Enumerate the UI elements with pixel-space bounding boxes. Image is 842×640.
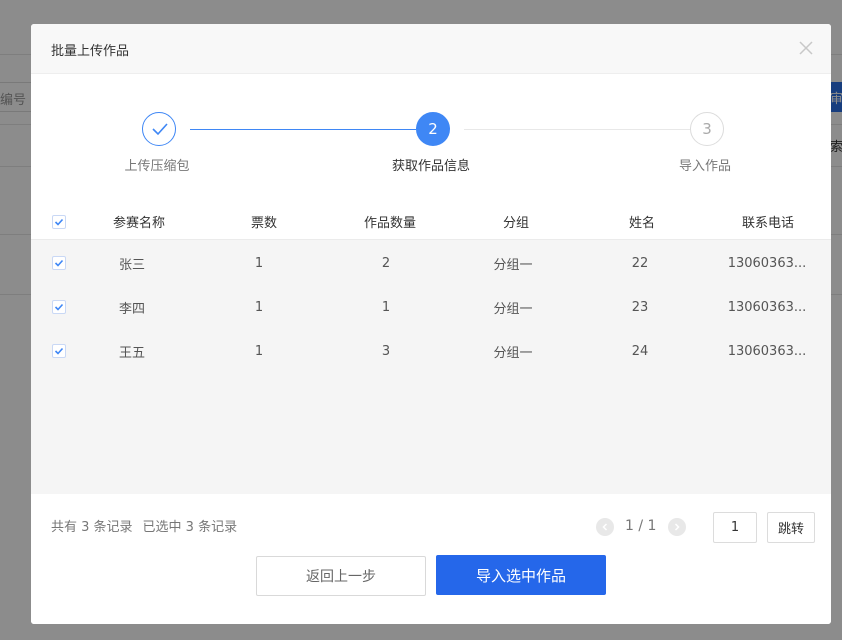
step-2-label: 获取作品信息 [391, 159, 471, 174]
cell-votes: 1 [254, 255, 264, 271]
selected-records-text: 已选中 3 条记录 [142, 520, 238, 535]
cell-phone: 13060363... [727, 299, 807, 315]
close-icon[interactable] [798, 40, 814, 56]
back-button[interactable]: 返回上一步 [256, 556, 426, 596]
batch-upload-dialog: 批量上传作品 上传压缩包 2 获取作品信息 3 导入作品 参赛名称 票数 作品数… [31, 24, 831, 624]
page-indicator: 1 / 1 [625, 518, 657, 534]
cell-person: 24 [631, 343, 649, 359]
cell-name: 李四 [118, 301, 145, 317]
cell-works: 2 [381, 255, 391, 271]
cell-group: 分组一 [493, 257, 533, 273]
step-1-check-icon [142, 112, 176, 146]
step-connector-pending [464, 129, 690, 130]
step-2-circle: 2 [416, 112, 450, 146]
column-header-name: 参赛名称 [112, 216, 165, 231]
dialog-footer: 共有 3 条记录已选中 3 条记录 1 / 1 跳转 返回上一步 导入选中作品 [31, 494, 831, 624]
column-header-works: 作品数量 [363, 216, 416, 231]
next-page-icon[interactable] [668, 518, 686, 536]
cell-person: 23 [631, 299, 649, 315]
column-header-group: 分组 [502, 216, 529, 231]
column-header-votes: 票数 [250, 216, 277, 231]
cell-works: 3 [381, 343, 391, 359]
row-checkbox[interactable] [52, 300, 66, 314]
page-number-input[interactable] [713, 512, 757, 543]
row-checkbox[interactable] [52, 344, 66, 358]
cell-phone: 13060363... [727, 343, 807, 359]
cell-person: 22 [631, 255, 649, 271]
cell-phone: 13060363... [727, 255, 807, 271]
cell-name: 张三 [118, 257, 145, 273]
import-selected-button[interactable]: 导入选中作品 [436, 555, 606, 595]
column-header-phone: 联系电话 [741, 216, 794, 231]
step-3-circle: 3 [690, 112, 724, 146]
cell-name: 王五 [118, 345, 145, 361]
cell-group: 分组一 [493, 301, 533, 317]
select-all-checkbox[interactable] [52, 214, 66, 229]
step-connector-done [190, 129, 416, 130]
cell-group: 分组一 [493, 345, 533, 361]
row-checkbox-cell [49, 285, 69, 329]
record-summary: 共有 3 条记录 已选中 3 条记录 [51, 516, 247, 535]
step-3-label: 导入作品 [678, 159, 732, 174]
dialog-header: 批量上传作品 [31, 24, 831, 74]
row-checkbox-cell [49, 329, 69, 373]
step-1-label: 上传压缩包 [124, 159, 190, 174]
total-records-text: 共有 3 条记录 [51, 520, 133, 535]
cell-votes: 1 [254, 343, 264, 359]
table-row[interactable]: 李四 1 1 分组一 23 13060363... [31, 285, 831, 329]
table-header: 参赛名称 票数 作品数量 分组 姓名 联系电话 [31, 204, 831, 240]
jump-button[interactable]: 跳转 [767, 512, 815, 543]
row-checkbox[interactable] [52, 256, 66, 270]
cell-votes: 1 [254, 299, 264, 315]
cell-works: 1 [381, 299, 391, 315]
table-row[interactable]: 张三 1 2 分组一 22 13060363... [31, 241, 831, 285]
works-table: 参赛名称 票数 作品数量 分组 姓名 联系电话 张三 1 2 分组一 22 13… [31, 204, 831, 494]
column-header-person: 姓名 [628, 216, 655, 231]
table-row[interactable]: 王五 1 3 分组一 24 13060363... [31, 329, 831, 373]
select-all-cell [49, 204, 69, 239]
row-checkbox-cell [49, 241, 69, 285]
prev-page-icon[interactable] [596, 518, 614, 536]
dialog-title: 批量上传作品 [51, 44, 130, 59]
progress-steps: 上传压缩包 2 获取作品信息 3 导入作品 [31, 112, 831, 192]
